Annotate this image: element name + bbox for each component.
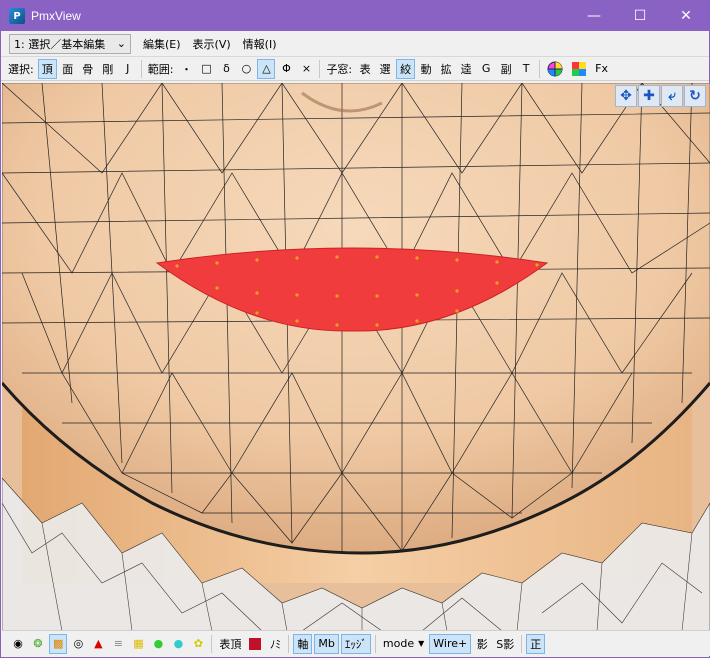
move-view-icon[interactable]: ✥ (615, 85, 637, 107)
fx-button[interactable]: Fx (592, 59, 611, 79)
status-divider (211, 634, 213, 653)
child-move-button[interactable]: 動 (417, 59, 435, 79)
title-bar: P PmxView — ☐ ✕ (1, 1, 709, 31)
range-label: 範囲: (147, 62, 174, 76)
yellow-joint-icon[interactable]: ✿ (189, 634, 207, 654)
menu-edit[interactable]: 編集(E) (143, 36, 181, 52)
menu-view[interactable]: 表示(V) (193, 36, 231, 52)
window-title: PmxView (31, 9, 81, 23)
range-circle-button[interactable]: ○ (237, 59, 255, 79)
red-triangle-icon[interactable]: ▲ (89, 634, 107, 654)
range-delta-button[interactable]: δ (217, 59, 235, 79)
range-triangle-button[interactable]: △ (257, 58, 276, 79)
rotate-view-icon[interactable]: ↻ (684, 85, 706, 107)
range-point-button[interactable]: ・ (177, 59, 195, 79)
3d-viewport[interactable]: ✥ ✚ ⤶ ↻ (2, 83, 710, 631)
color-wheel-icon[interactable] (544, 59, 566, 79)
mb-button[interactable]: Mb (314, 633, 339, 654)
axis-button[interactable]: 軸 (293, 633, 313, 654)
menu-bar: 1: 選択／基本編集 ⌄ 編集(E) 表示(V) 情報(I) (1, 31, 709, 57)
chevron-down-icon: ⌄ (116, 37, 126, 50)
select-bone-button[interactable]: 骨 (79, 59, 97, 79)
child-table-button[interactable]: 表 (356, 59, 374, 79)
child-sub-button[interactable]: 副 (497, 59, 515, 79)
child-scale-button[interactable]: 拡 (437, 59, 455, 79)
color-swatch-icon[interactable] (246, 634, 264, 654)
sei-button[interactable]: 正 (526, 633, 546, 654)
status-divider (521, 634, 523, 653)
select-joint-button[interactable]: J (119, 59, 137, 79)
toolbar-divider (539, 59, 541, 78)
status-toolbar: ◉ ❂ ▩ ◎ ▲ ≡ ▦ ● ● ✿ 表頂 ﾉﾐ 軸 Mb ｴｯｼﾞ mode… (2, 630, 710, 656)
close-icon[interactable]: ✕ (663, 1, 709, 31)
app-window: P PmxView — ☐ ✕ 1: 選択／基本編集 ⌄ 編集(E) 表示(V)… (0, 0, 710, 658)
app-icon: P (9, 8, 25, 24)
child-window-label: 子窓: (326, 62, 353, 76)
mode-label: mode (382, 637, 415, 650)
child-g-button[interactable]: G (477, 59, 495, 79)
child-bone-button[interactable]: 逵 (457, 59, 475, 79)
s-shadow-button[interactable]: S影 (493, 634, 517, 654)
select-vertex-button[interactable]: 頂 (37, 58, 57, 79)
range-rect-button[interactable]: □ (197, 59, 215, 79)
chevron-down-icon: ▼ (418, 639, 425, 648)
select-label: 選択: (8, 62, 34, 76)
maximize-icon[interactable]: ☐ (617, 1, 663, 31)
edge-button[interactable]: ｴｯｼﾞ (340, 633, 371, 654)
radio-alt-icon[interactable]: ◎ (69, 634, 87, 654)
toolbar-divider (140, 59, 142, 78)
pan-view-icon[interactable]: ✚ (638, 85, 660, 107)
toolbar-divider (319, 59, 321, 78)
status-divider (374, 634, 376, 653)
wire-plus-button[interactable]: Wire+ (429, 633, 472, 654)
view-tools: ✥ ✚ ⤶ ↻ (615, 85, 706, 107)
cyan-bone-icon[interactable]: ● (169, 634, 187, 654)
minimize-icon[interactable]: — (571, 1, 617, 31)
wire-green-icon[interactable]: ❂ (29, 634, 47, 654)
hatch-icon[interactable]: ≡ (109, 634, 127, 654)
show-vertex-button[interactable]: 表頂 (216, 634, 244, 654)
child-t-button[interactable]: T (517, 59, 535, 79)
range-clear-button[interactable]: × (297, 59, 315, 79)
mesh-dots-icon[interactable]: ▩ (49, 633, 68, 654)
menu-info[interactable]: 情報(I) (243, 36, 277, 52)
mode-select[interactable]: 1: 選択／基本編集 ⌄ (9, 33, 131, 54)
status-divider (288, 634, 290, 653)
radio-icon[interactable]: ◉ (9, 634, 27, 654)
select-rigid-button[interactable]: 剛 (99, 59, 117, 79)
shadow-button[interactable]: 影 (473, 634, 491, 654)
mode-dropdown[interactable]: mode ▼ (380, 634, 427, 654)
green-bone-icon[interactable]: ● (149, 634, 167, 654)
main-toolbar: 選択: 頂 面 骨 剛 J 範囲: ・ □ δ ○ △ Φ × 子窓: 表 選 … (1, 57, 709, 81)
child-filter-button[interactable]: 絞 (396, 58, 416, 79)
select-face-button[interactable]: 面 (59, 59, 77, 79)
child-select-button[interactable]: 選 (376, 59, 394, 79)
mesh-canvas[interactable] (2, 83, 710, 631)
zoom-view-icon[interactable]: ⤶ (661, 85, 683, 107)
palette-grid-icon[interactable] (568, 59, 590, 79)
nomi-button[interactable]: ﾉﾐ (266, 634, 284, 654)
mode-select-value: 1: 選択／基本編集 (14, 37, 106, 51)
range-phi-button[interactable]: Φ (277, 59, 295, 79)
yellow-grid-icon[interactable]: ▦ (129, 634, 147, 654)
